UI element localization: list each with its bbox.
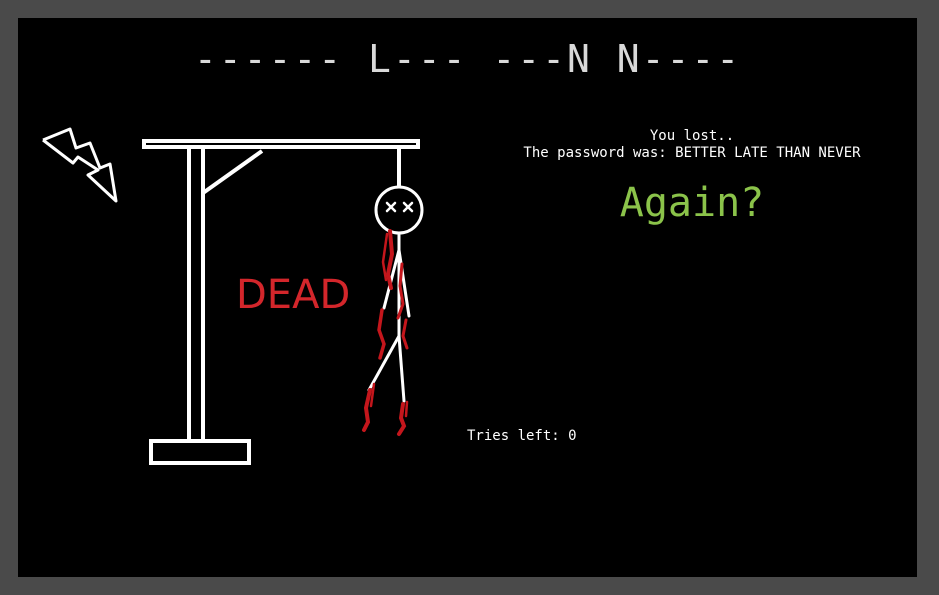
gallows-beam <box>142 139 420 149</box>
again-button[interactable]: Again? <box>492 183 892 223</box>
figure-head <box>374 185 424 235</box>
gallows-brace <box>201 149 264 195</box>
game-canvas: ------ L--- ---N N---- DEAD You lost.. T… <box>18 18 917 577</box>
hangman-scene <box>42 127 424 465</box>
tries-left: Tries left: 0 <box>467 428 577 444</box>
lightning-bolt-icon <box>42 127 118 203</box>
dead-eyes-icon <box>385 201 414 213</box>
gallows-base <box>149 439 251 465</box>
lost-text: You lost.. <box>649 128 735 144</box>
gallows-post <box>187 145 205 443</box>
tries-left-label: Tries left: <box>467 428 560 444</box>
password-reveal-text: The password was: BETTER LATE THAN NEVER <box>523 145 861 161</box>
figure-right-leg <box>397 334 406 403</box>
tries-left-value: 0 <box>568 428 577 444</box>
result-message: You lost.. The password was: BETTER LATE… <box>492 128 892 162</box>
hanged-figure <box>367 185 424 403</box>
dead-label: DEAD <box>236 272 351 318</box>
